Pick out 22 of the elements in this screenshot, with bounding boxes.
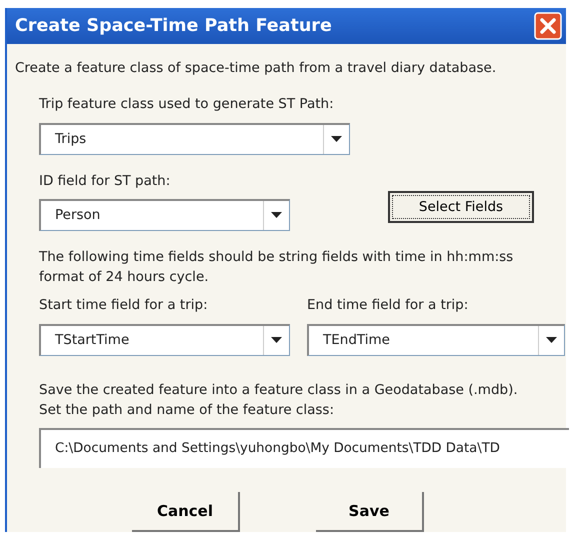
instruction-text: Set the path and name of the feature class: <box>39 400 335 420</box>
end-time-label: End time field for a trip: <box>307 296 470 316</box>
select-fields-button[interactable]: Select Fields <box>388 190 534 223</box>
dropdown-arrow-icon <box>271 337 282 343</box>
dropdown-arrow-icon <box>271 212 282 218</box>
close-icon[interactable] <box>534 12 562 40</box>
id-field-dropdown[interactable]: Person <box>39 198 290 231</box>
trip-class-dropdown[interactable]: Trips <box>39 122 350 154</box>
description-text: Create a feature class of space-time path from a travel diary database. <box>15 59 498 78</box>
time-format-note: The following time fields should be string fields with time in hh:mm:ss format of 24 hours cycle. <box>38 248 514 287</box>
cancel-button[interactable]: Cancel <box>132 492 240 532</box>
start-time-dropdown[interactable]: TStartTime <box>39 324 290 356</box>
dropdown-arrow-icon <box>546 337 557 343</box>
dropdown-arrow-icon <box>331 136 342 142</box>
save-button[interactable]: Save <box>316 492 424 532</box>
start-time-label: Start time field for a trip: <box>39 296 209 316</box>
end-time-dropdown[interactable]: TEndTime <box>307 324 565 356</box>
instruction-text: Save the created feature into a feature class in a Geodatabase (.mdb). <box>39 380 519 400</box>
output-path-field[interactable]: C:\Documents and Settings\yuhongbo\My Documents\TDD Data\TD <box>39 428 569 468</box>
window-title: Create Space-Time Path Feature <box>15 14 332 38</box>
trip-class-label: Trip feature class used to generate ST Path: <box>39 95 335 114</box>
id-field-label: ID field for ST path: <box>39 172 172 190</box>
